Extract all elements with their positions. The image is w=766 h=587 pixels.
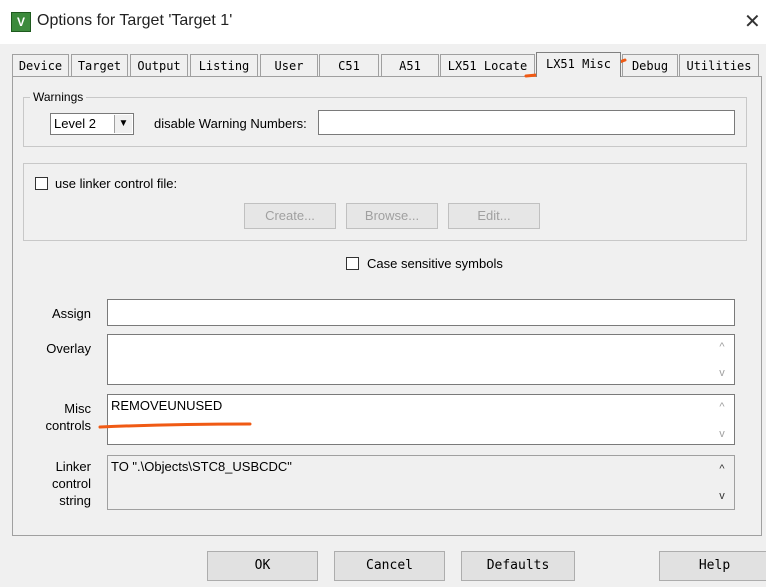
assign-input[interactable] [107, 299, 735, 326]
keil-app-icon: V [11, 12, 31, 32]
misc-scroll-up-icon[interactable]: ^ [715, 400, 729, 414]
misc-scroll-down-icon[interactable]: v [715, 427, 729, 441]
disable-warnings-input[interactable] [318, 110, 735, 135]
assign-label: Assign [51, 306, 91, 321]
create-button[interactable]: Create... [244, 203, 336, 229]
linker-file-group [23, 163, 747, 241]
tab-device[interactable]: Device [12, 54, 69, 76]
tab-lx51-misc[interactable]: LX51 Misc [536, 52, 621, 77]
window-title: Options for Target 'Target 1' [37, 12, 233, 29]
tab-c51[interactable]: C51 [319, 54, 379, 76]
warning-level-select[interactable]: Level 2 ▼ [50, 113, 134, 135]
overlay-scroll-up-icon[interactable]: ^ [715, 340, 729, 354]
tab-user[interactable]: User [260, 54, 318, 76]
case-sensitive-label: Case sensitive symbols [367, 256, 503, 271]
warning-level-value: Level 2 [54, 116, 96, 131]
tab-listing[interactable]: Listing [190, 54, 258, 76]
defaults-button[interactable]: Defaults [461, 551, 575, 581]
warnings-legend: Warnings [30, 90, 87, 104]
overlay-label: Overlay [46, 341, 91, 356]
lx51-misc-panel: Warnings Level 2 ▼ disable Warning Numbe… [12, 76, 762, 536]
overlay-textarea[interactable] [107, 334, 735, 385]
close-icon[interactable]: ✕ [744, 9, 761, 34]
dropdown-arrow-icon[interactable]: ▼ [114, 115, 132, 133]
ok-button[interactable]: OK [207, 551, 318, 581]
tab-debug[interactable]: Debug [622, 54, 678, 76]
tab-utilities[interactable]: Utilities [679, 54, 759, 76]
misc-controls-textarea[interactable]: REMOVEUNUSED [107, 394, 735, 445]
tab-target[interactable]: Target [71, 54, 128, 76]
misc-controls-label-line2: controls [45, 418, 91, 433]
linker-string-label-line2: control [51, 476, 91, 491]
misc-controls-label-line1: Misc [64, 401, 91, 416]
linker-scroll-down-icon[interactable]: v [715, 489, 729, 503]
linker-string-label-line1: Linker [55, 459, 91, 474]
use-linker-file-label: use linker control file: [55, 176, 178, 191]
overlay-scroll-down-icon[interactable]: v [715, 366, 729, 380]
tab-output[interactable]: Output [130, 54, 188, 76]
use-linker-file-checkbox[interactable] [35, 177, 48, 190]
linker-string-label-line3: string [59, 493, 91, 508]
help-button[interactable]: Help [659, 551, 766, 581]
tab-strip: Device Target Output Listing User C51 A5… [12, 52, 762, 77]
cancel-button[interactable]: Cancel [334, 551, 445, 581]
browse-button[interactable]: Browse... [346, 203, 438, 229]
tab-lx51-locate[interactable]: LX51 Locate [440, 54, 535, 76]
linker-control-string: TO ".\Objects\STC8_USBCDC" [107, 455, 735, 510]
edit-button[interactable]: Edit... [448, 203, 540, 229]
title-bar: V Options for Target 'Target 1' ✕ [0, 0, 766, 44]
case-sensitive-checkbox[interactable] [346, 257, 359, 270]
options-dialog: Device Target Output Listing User C51 A5… [0, 44, 766, 587]
linker-scroll-up-icon[interactable]: ^ [715, 462, 729, 476]
disable-warnings-label: disable Warning Numbers: [154, 116, 307, 131]
tab-a51[interactable]: A51 [381, 54, 439, 76]
